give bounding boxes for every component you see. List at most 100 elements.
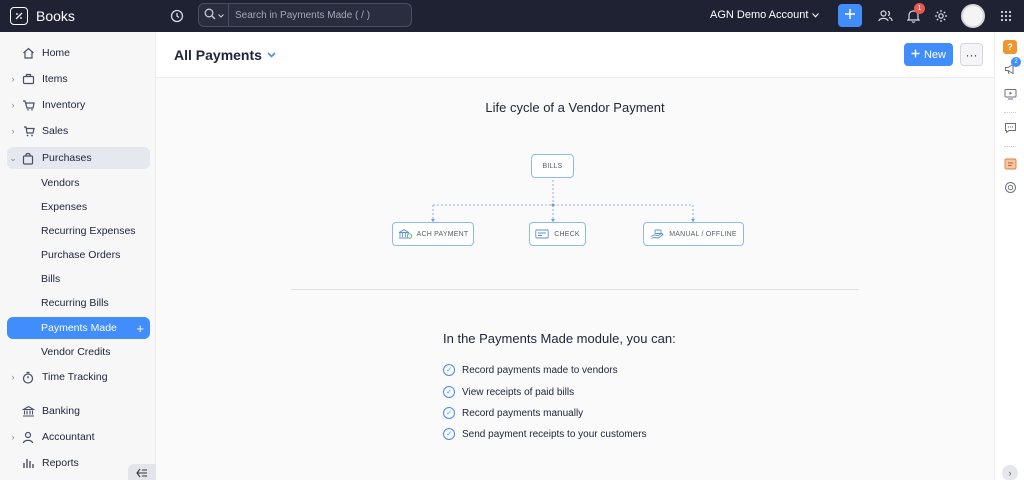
feature-text: Send payment receipts to your customers: [462, 428, 647, 440]
gear-outline-icon[interactable]: [1003, 180, 1017, 194]
chevron-right-icon: ›: [11, 372, 15, 382]
org-switcher[interactable]: AGN Demo Account: [710, 9, 820, 21]
sidebar-item-label: Purchases: [42, 152, 92, 164]
sidebar-item-label: Items: [42, 73, 68, 85]
feature-text: Record payments made to vendors: [462, 364, 618, 376]
lifecycle-node-label: ACH PAYMENT: [416, 230, 469, 238]
search-input[interactable]: [229, 9, 409, 21]
sidebar-item-label: Bills: [41, 273, 61, 285]
sidebar-item-label: Recurring Expenses: [41, 225, 136, 237]
announcements-badge: 2: [1011, 57, 1021, 67]
sidebar-item-items[interactable]: › Items: [7, 68, 150, 90]
lifecycle-node-bills: BILLS: [531, 154, 574, 178]
video-tutorial-icon[interactable]: [1003, 87, 1017, 101]
app-name: Books: [36, 8, 75, 24]
sidebar-item-label: Expenses: [41, 201, 88, 213]
sidebar-item-label: Purchase Orders: [41, 249, 121, 261]
list-item: ✓ Send payment receipts to your customer…: [443, 426, 647, 442]
sidebar-item-label: Home: [42, 47, 71, 59]
collapse-icon: [136, 468, 148, 480]
sidebar-item-purchases[interactable]: ⌄ Purchases: [7, 147, 150, 169]
bank-icon: [20, 403, 36, 419]
quick-create-button[interactable]: [838, 4, 862, 27]
chevron-right-icon: ›: [1008, 468, 1012, 478]
books-logo-icon: [10, 7, 28, 25]
sidebar-item-accountant[interactable]: › Accountant: [7, 426, 150, 448]
check-circle-icon: ✓: [443, 364, 455, 376]
sidebar-item-inventory[interactable]: › Inventory: [7, 94, 150, 116]
sidebar-item-time-tracking[interactable]: › Time Tracking: [7, 366, 150, 388]
page-title: All Payments: [174, 47, 262, 63]
list-item: ✓ View receipts of paid bills: [443, 384, 574, 400]
search-box[interactable]: [198, 3, 412, 27]
collapse-sidebar-button[interactable]: [128, 464, 156, 480]
feature-text: Record payments manually: [462, 407, 584, 419]
sidebar-item-banking[interactable]: Banking: [7, 400, 150, 422]
sidebar-item-label: Banking: [42, 405, 80, 417]
rail-separator: [1004, 146, 1016, 147]
apps-marketplace-icon[interactable]: [1003, 156, 1017, 170]
help-icon[interactable]: ?: [1003, 40, 1017, 54]
more-options-button[interactable]: ···: [960, 43, 983, 66]
chat-icon[interactable]: [1003, 121, 1017, 135]
sidebar-item-home[interactable]: Home: [7, 42, 150, 64]
section-divider: [291, 289, 859, 290]
chevron-right-icon: ›: [11, 74, 15, 84]
gear-icon[interactable]: [932, 7, 950, 25]
sidebar-item-recurring-expenses[interactable]: Recurring Expenses: [7, 220, 150, 242]
main-content: All Payments New ··· Life cycle of a Ven…: [156, 32, 994, 480]
avatar[interactable]: [961, 4, 985, 28]
sidebar-item-label: Inventory: [42, 99, 86, 111]
bank-icon: [398, 229, 412, 239]
lifecycle-node-label: BILLS: [542, 162, 563, 170]
list-item: ✓ Record payments manually: [443, 405, 583, 421]
page-header: All Payments New ···: [156, 32, 994, 78]
accountant-icon: [20, 429, 36, 445]
apps-grid-icon[interactable]: [997, 7, 1015, 25]
new-button[interactable]: New: [904, 43, 953, 66]
shopping-bag-icon: [20, 150, 36, 166]
sidebar-item-bills[interactable]: Bills: [7, 268, 150, 290]
check-circle-icon: ✓: [443, 428, 455, 440]
hand-cash-icon: [650, 229, 664, 239]
chevron-right-icon: ›: [11, 100, 15, 110]
items-icon: [20, 71, 36, 87]
sidebar-item-label: Accountant: [42, 431, 95, 443]
chevron-right-icon: ›: [11, 432, 15, 442]
search-scope-selector[interactable]: [199, 4, 229, 26]
sidebar-item-purchase-orders[interactable]: Purchase Orders: [7, 244, 150, 266]
check-circle-icon: ✓: [443, 386, 455, 398]
search-icon: [204, 8, 216, 23]
lifecycle-title: Life cycle of a Vendor Payment: [485, 100, 665, 115]
brand[interactable]: Books: [0, 0, 156, 32]
users-icon[interactable]: [876, 7, 894, 25]
org-name: AGN Demo Account: [710, 9, 809, 21]
sidebar: Home › Items › Inventory › Sales ⌄ Purch…: [0, 32, 156, 480]
sidebar-item-vendors[interactable]: Vendors: [7, 172, 150, 194]
sales-icon: [20, 123, 36, 139]
right-rail: ? 2 ›: [994, 32, 1024, 480]
chevron-right-icon: ›: [11, 126, 15, 136]
check-circle-icon: ✓: [443, 407, 455, 419]
chevron-down-icon: [267, 50, 276, 60]
lifecycle-node-manual-offline: MANUAL / OFFLINE: [643, 222, 744, 246]
sidebar-item-label: Vendor Credits: [41, 346, 111, 358]
inventory-icon: [20, 97, 36, 113]
bar-chart-icon: [20, 455, 36, 471]
sidebar-item-expenses[interactable]: Expenses: [7, 196, 150, 218]
check-document-icon: [535, 229, 549, 239]
sidebar-item-label: Recurring Bills: [41, 297, 109, 309]
sidebar-item-payments-made[interactable]: Payments Made +: [7, 317, 150, 339]
new-button-label: New: [923, 48, 946, 61]
stopwatch-icon: [20, 369, 36, 385]
history-icon[interactable]: [168, 7, 186, 25]
expand-rail-button[interactable]: ›: [1002, 465, 1018, 480]
view-selector[interactable]: All Payments: [174, 47, 276, 63]
sidebar-item-sales[interactable]: › Sales: [7, 120, 150, 142]
sidebar-item-recurring-bills[interactable]: Recurring Bills: [7, 292, 150, 314]
sidebar-item-vendor-credits[interactable]: Vendor Credits: [7, 341, 150, 363]
add-icon: [844, 8, 856, 23]
sidebar-item-label: Vendors: [41, 177, 80, 189]
add-payment-icon[interactable]: +: [136, 321, 144, 336]
feature-text: View receipts of paid bills: [462, 386, 575, 398]
